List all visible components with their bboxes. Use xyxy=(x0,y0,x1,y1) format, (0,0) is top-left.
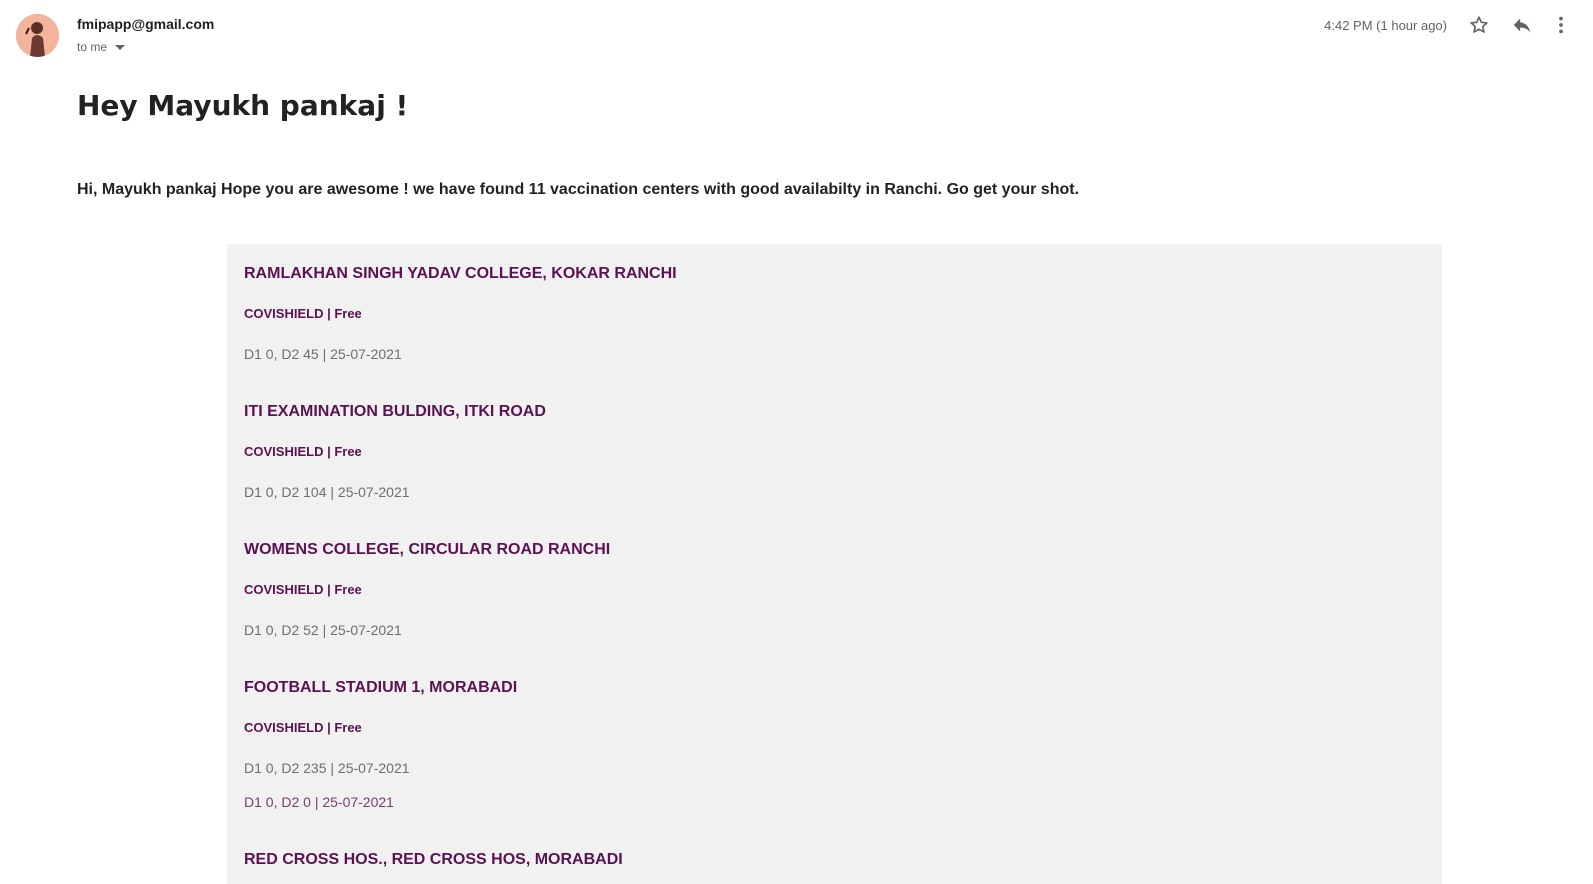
email-timestamp: 4:42 PM (1 hour ago) xyxy=(1324,18,1447,33)
star-icon[interactable] xyxy=(1468,14,1490,36)
center-card: WOMENS COLLEGE, CIRCULAR ROAD RANCHI COV… xyxy=(244,540,1425,678)
center-dose: D1 0, D2 45 | 25-07-2021 xyxy=(244,346,402,362)
center-name: WOMENS COLLEGE, CIRCULAR ROAD RANCHI xyxy=(244,541,611,558)
sender-email[interactable]: fmipapp@gmail.com xyxy=(77,16,214,32)
recipient-label: to me xyxy=(77,40,108,54)
center-vaccine: COVISHIELD | Free xyxy=(244,306,362,321)
centers-panel: RAMLAKHAN SINGH YADAV COLLEGE, KOKAR RAN… xyxy=(227,244,1442,884)
center-dose: D1 0, D2 104 | 25-07-2021 xyxy=(244,484,410,500)
email-header: fmipapp@gmail.com to me 4:42 PM (1 hour … xyxy=(0,0,1593,70)
email-greeting: Hey Mayukh pankaj ! xyxy=(77,89,409,122)
center-card: ITI EXAMINATION BULDING, ITKI ROAD COVIS… xyxy=(244,402,1425,540)
center-card: RAMLAKHAN SINGH YADAV COLLEGE, KOKAR RAN… xyxy=(244,264,1425,402)
reply-icon[interactable] xyxy=(1511,14,1533,36)
center-name: ITI EXAMINATION BULDING, ITKI ROAD xyxy=(244,403,546,420)
center-dose: D1 0, D2 52 | 25-07-2021 xyxy=(244,622,402,638)
sender-avatar[interactable] xyxy=(16,14,59,57)
center-card: FOOTBALL STADIUM 1, MORABADI COVISHIELD … xyxy=(244,678,1425,850)
center-vaccine: COVISHIELD | Free xyxy=(244,582,362,597)
center-name: RAMLAKHAN SINGH YADAV COLLEGE, KOKAR RAN… xyxy=(244,265,677,282)
center-name: FOOTBALL STADIUM 1, MORABADI xyxy=(244,679,518,696)
email-body: Hey Mayukh pankaj ! Hi, Mayukh pankaj Ho… xyxy=(77,80,1557,200)
center-vaccine: COVISHIELD | Free xyxy=(244,444,362,459)
email-intro: Hi, Mayukh pankaj Hope you are awesome !… xyxy=(77,181,1080,198)
recipient-details[interactable]: to me xyxy=(77,40,126,54)
center-card: RED CROSS HOS., RED CROSS HOS, MORABADI xyxy=(244,850,1425,870)
center-name: RED CROSS HOS., RED CROSS HOS, MORABADI xyxy=(244,851,623,868)
center-dose: D1 0, D2 0 | 25-07-2021 xyxy=(244,794,394,810)
more-vert-icon[interactable] xyxy=(1555,14,1567,36)
center-dose: D1 0, D2 235 | 25-07-2021 xyxy=(244,760,410,776)
caret-down-icon[interactable] xyxy=(115,44,126,50)
center-vaccine: COVISHIELD | Free xyxy=(244,720,362,735)
